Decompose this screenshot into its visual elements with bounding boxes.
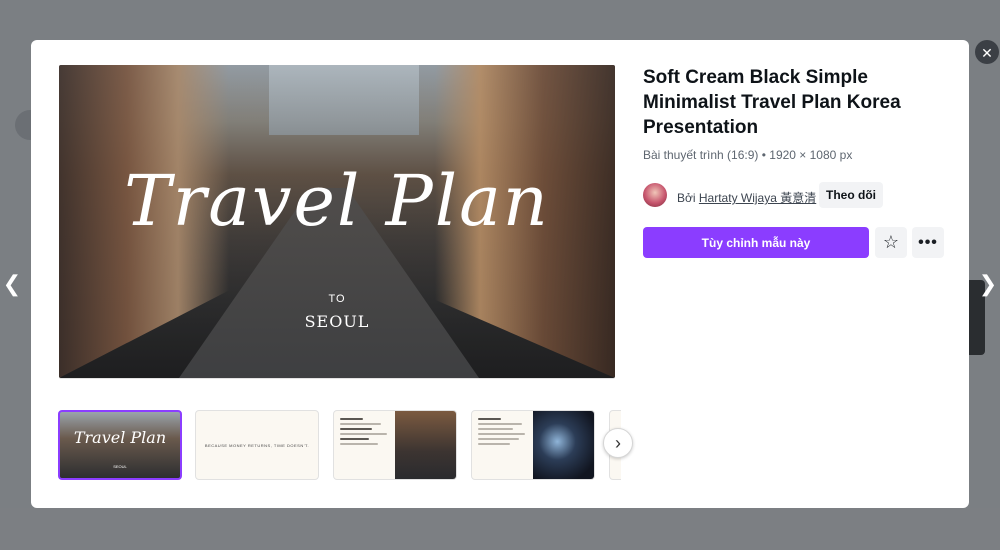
preview-city: SEOUL bbox=[304, 312, 370, 331]
thumbnail-page-2[interactable]: BECAUSE MONEY RETURNS, TIME DOESN'T. bbox=[195, 410, 319, 480]
page-thumbnails: Travel Plan SEOUL BECAUSE MONEY RETURNS,… bbox=[56, 408, 621, 482]
author-link[interactable]: Hartaty Wijaya 黃意清 bbox=[699, 191, 816, 205]
close-icon: ✕ bbox=[981, 45, 993, 61]
thumbnail-city: SEOUL bbox=[113, 464, 127, 469]
more-options-button[interactable]: ••• bbox=[912, 227, 944, 258]
thumbnails-next-button[interactable]: › bbox=[603, 428, 633, 458]
thumbnail-street-photo bbox=[395, 411, 456, 479]
thumbnail-page-1[interactable]: Travel Plan SEOUL bbox=[58, 410, 182, 480]
thumbnail-text-lines bbox=[478, 415, 537, 448]
preview-to-label: TO bbox=[328, 293, 346, 305]
author-line: Bởi Hartaty Wijaya 黃意清 bbox=[677, 189, 816, 206]
thumbnail-page-3[interactable] bbox=[333, 410, 457, 480]
author-avatar[interactable] bbox=[643, 183, 667, 207]
customize-template-button[interactable]: Tùy chỉnh mẫu này bbox=[643, 227, 869, 258]
close-button[interactable]: ✕ bbox=[975, 40, 999, 64]
previous-template-arrow[interactable]: ❮ bbox=[0, 272, 24, 296]
star-icon: ☆ bbox=[882, 232, 900, 252]
more-horizontal-icon: ••• bbox=[918, 234, 938, 251]
thumbnail-text-lines bbox=[340, 415, 399, 448]
template-preview[interactable]: Travel Plan TO SEOUL bbox=[59, 65, 615, 378]
favorite-button[interactable]: ☆ bbox=[875, 227, 907, 258]
template-modal: Travel Plan TO SEOUL Travel Plan SEOUL B… bbox=[31, 40, 969, 508]
thumbnail-title: Travel Plan bbox=[73, 428, 167, 447]
preview-title: Travel Plan bbox=[124, 160, 550, 242]
template-title: Soft Cream Black Simple Minimalist Trave… bbox=[643, 67, 901, 138]
next-template-arrow[interactable]: ❯ bbox=[976, 272, 1000, 296]
thumbnail-quote: BECAUSE MONEY RETURNS, TIME DOESN'T. bbox=[204, 443, 310, 448]
follow-button[interactable]: Theo dõi bbox=[819, 182, 883, 208]
thumbnail-city-photo bbox=[533, 411, 594, 479]
author-prefix: Bởi bbox=[677, 191, 696, 205]
preview-skyline bbox=[269, 65, 419, 135]
chevron-left-icon: ❮ bbox=[2, 271, 22, 296]
template-meta: Bài thuyết trình (16:9) • 1920 × 1080 px bbox=[643, 148, 853, 162]
chevron-right-icon: › bbox=[615, 433, 621, 453]
chevron-right-icon: ❯ bbox=[978, 271, 998, 296]
thumbnail-page-4[interactable] bbox=[471, 410, 595, 480]
